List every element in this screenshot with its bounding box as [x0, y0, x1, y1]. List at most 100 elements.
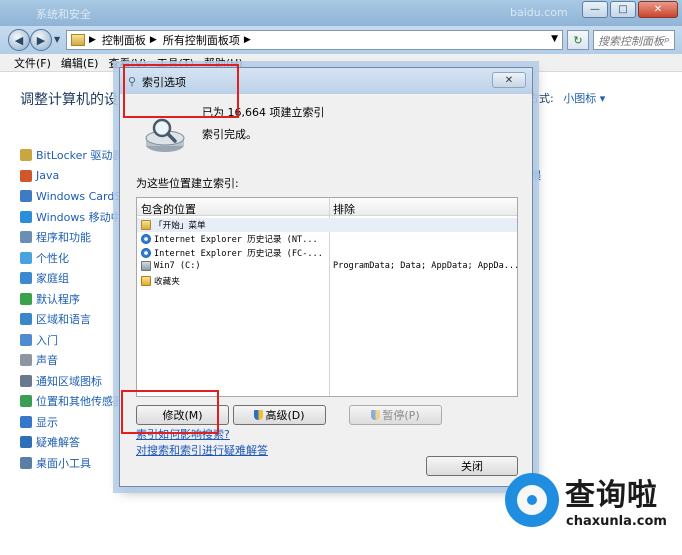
control-panel-item-label: 显示: [36, 415, 58, 429]
control-panel-item-label: 声音: [36, 354, 58, 368]
control-panel-item[interactable]: 默认程序: [20, 289, 134, 310]
table-row[interactable]: Internet Explorer 历史记录 (NT...: [137, 232, 517, 246]
navigation-bar: ◀ ▶ ▼ ▶ 控制面板 ▶ 所有控制面板项 ▶ ▼ ↻ 搜索控制面板 ⌕: [0, 26, 682, 54]
window-title: 系统和安全: [36, 8, 91, 21]
search-placeholder: 搜索控制面板: [598, 35, 664, 48]
window-controls: — □ ✕: [582, 1, 678, 18]
back-button[interactable]: ◀: [8, 29, 30, 51]
menu-edit[interactable]: 编辑(E): [61, 55, 99, 71]
watermark-domain: chaxunla.com: [566, 514, 667, 529]
page-title: 调整计算机的设置: [20, 92, 132, 108]
included-location-cell: Internet Explorer 历史记录 (NT...: [141, 233, 327, 245]
control-panel-item[interactable]: 入门: [20, 330, 134, 351]
index-status-text: 索引完成。: [202, 128, 257, 141]
recent-pages-dropdown-icon[interactable]: ▼: [54, 35, 60, 44]
pause-button: 暂停(P): [349, 405, 442, 425]
minimize-button[interactable]: —: [582, 1, 608, 18]
control-panel-item-icon: [20, 169, 32, 182]
search-icon[interactable]: ⌕: [664, 33, 670, 47]
breadcrumb-separator-icon[interactable]: ▶: [150, 35, 157, 45]
control-panel-item-label: 程序和功能: [36, 231, 91, 245]
control-panel-item[interactable]: 家庭组: [20, 268, 134, 289]
refresh-button[interactable]: ↻: [567, 30, 589, 50]
control-panel-item[interactable]: 桌面小工具: [20, 453, 134, 474]
control-panel-item-label: 默认程序: [36, 292, 80, 306]
annotation-highlight-modify: [121, 390, 219, 434]
control-panel-item-label: 通知区域图标: [36, 374, 102, 388]
pause-button-label: 暂停(P): [382, 409, 420, 422]
locations-label: 为这些位置建立索引:: [136, 177, 239, 190]
control-panel-item-icon: [20, 456, 32, 469]
search-input[interactable]: 搜索控制面板 ⌕: [593, 30, 675, 50]
breadcrumb-control-panel[interactable]: 控制面板: [102, 32, 146, 48]
table-row[interactable]: 「开始」菜单: [137, 218, 517, 232]
close-button[interactable]: ✕: [638, 1, 678, 18]
drive-icon: [141, 261, 151, 271]
indexing-status-icon: [145, 118, 185, 152]
control-panel-item[interactable]: 区域和语言: [20, 309, 134, 330]
excluded-location-cell: ProgramData; Data; AppData; AppDa...: [333, 261, 517, 271]
watermark-logo-icon: [505, 473, 559, 527]
control-panel-item-icon: [20, 231, 32, 244]
column-included[interactable]: 包含的位置: [141, 201, 196, 217]
favorites-icon: [141, 276, 151, 286]
column-excluded[interactable]: 排除: [333, 201, 355, 217]
control-panel-item-icon: [20, 395, 32, 408]
window-titlebar: 系统和安全 baidu.com — □ ✕: [0, 0, 682, 26]
maximize-button[interactable]: □: [610, 1, 636, 18]
control-panel-item[interactable]: 程序和功能: [20, 227, 134, 248]
control-panel-item-icon: [20, 251, 32, 264]
uac-shield-icon: [254, 410, 264, 420]
watermark-brand: 查询啦: [565, 478, 658, 513]
control-panel-item-label: 家庭组: [36, 272, 69, 286]
advanced-button[interactable]: 高级(D): [233, 405, 326, 425]
indexed-locations-table[interactable]: 包含的位置 排除 「开始」菜单 Internet Explorer 历史记录 (N…: [136, 197, 518, 397]
included-location-cell: Internet Explorer 历史记录 (FC-...: [141, 247, 327, 259]
control-panel-item[interactable]: 位置和其他传感器: [20, 391, 134, 412]
control-panel-item[interactable]: 疑难解答: [20, 432, 134, 453]
control-panel-item-icon: [20, 436, 32, 449]
view-mode-dropdown[interactable]: 小图标 ▾: [563, 92, 605, 105]
control-panel-item[interactable]: 个性化: [20, 248, 134, 269]
table-row[interactable]: Win7 (C:) ProgramData; Data; AppData; App…: [137, 260, 517, 274]
control-panel-item-label: 疑难解答: [36, 436, 80, 450]
internet-explorer-icon: [141, 234, 151, 244]
forward-button[interactable]: ▶: [30, 29, 52, 51]
menu-file[interactable]: 文件(F): [14, 55, 51, 71]
control-panel-item[interactable]: Windows 移动中心: [20, 207, 134, 228]
included-location-text: 「开始」菜单: [154, 221, 206, 231]
control-panel-item-label: 个性化: [36, 251, 69, 265]
breadcrumb-all-items[interactable]: 所有控制面板项: [163, 32, 240, 48]
control-panel-item[interactable]: 声音: [20, 350, 134, 371]
control-panel-item-icon: [20, 354, 32, 367]
control-panel-item-label: Windows CardSp: [36, 189, 129, 203]
address-dropdown-icon[interactable]: ▼: [551, 34, 558, 44]
view-mode: 方式: 小图标 ▾: [528, 90, 605, 106]
control-panel-items: BitLocker 驱动器加 Java Windows CardSp Windows …: [20, 145, 134, 473]
close-dialog-button[interactable]: 关闭: [426, 456, 518, 476]
uac-shield-icon: [371, 410, 381, 420]
annotation-highlight-title: [123, 64, 239, 118]
control-panel-item-icon: [20, 272, 32, 285]
address-bar[interactable]: ▶ 控制面板 ▶ 所有控制面板项 ▶ ▼: [66, 30, 563, 50]
control-panel-item[interactable]: Java: [20, 166, 134, 187]
included-location-cell: 「开始」菜单: [141, 219, 327, 231]
control-panel-item[interactable]: 显示: [20, 412, 134, 433]
window-title-right: baidu.com: [510, 6, 568, 19]
troubleshoot-search-link[interactable]: 对搜索和索引进行疑难解答: [136, 442, 268, 458]
table-row[interactable]: Internet Explorer 历史记录 (FC-...: [137, 246, 517, 260]
breadcrumb-separator-icon[interactable]: ▶: [89, 35, 96, 45]
control-panel-item-icon: [20, 313, 32, 326]
control-panel-item-icon: [20, 333, 32, 346]
table-row[interactable]: 收藏夹: [137, 274, 517, 288]
included-location-cell: Win7 (C:): [141, 261, 327, 271]
control-panel-item[interactable]: Windows CardSp: [20, 186, 134, 207]
control-panel-item[interactable]: 通知区域图标: [20, 371, 134, 392]
control-panel-item-label: 位置和其他传感器: [36, 395, 124, 409]
included-location-cell: 收藏夹: [141, 275, 327, 287]
control-panel-item[interactable]: BitLocker 驱动器加: [20, 145, 134, 166]
dialog-close-button[interactable]: ✕: [492, 72, 526, 88]
breadcrumb-separator-icon[interactable]: ▶: [244, 35, 251, 45]
control-panel-item-icon: [20, 415, 32, 428]
control-panel-item-icon: [20, 292, 32, 305]
